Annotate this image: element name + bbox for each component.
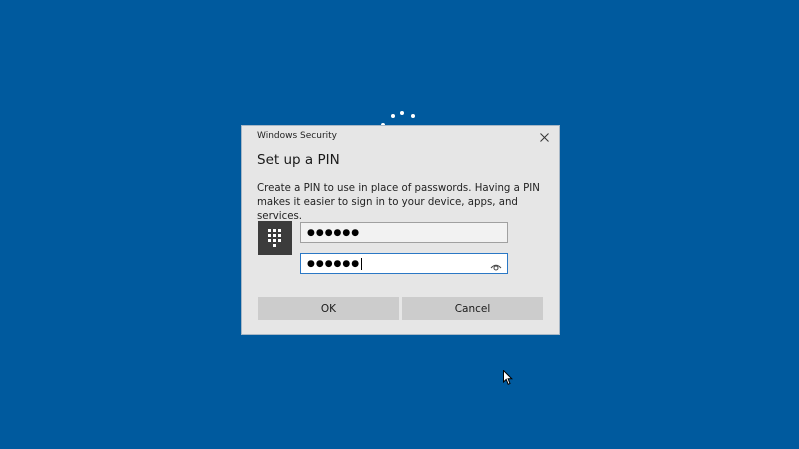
confirm-pin-value: ●●●●●● <box>307 258 361 269</box>
description-line: Create a PIN to use in place of password… <box>257 183 540 194</box>
confirm-pin-field[interactable]: ●●●●●● <box>300 253 508 274</box>
close-icon <box>539 132 549 142</box>
dialog-window-title: Windows Security <box>257 131 337 141</box>
spinner-dot <box>400 111 404 115</box>
reveal-pin-button[interactable] <box>490 258 502 271</box>
cancel-button[interactable]: Cancel <box>402 297 543 320</box>
new-pin-field[interactable]: ●●●●●● <box>300 222 508 243</box>
eye-icon <box>490 264 502 271</box>
spinner-dot <box>411 114 415 118</box>
text-caret <box>361 257 363 270</box>
dialog-titlebar: Windows Security <box>242 126 559 148</box>
dialog-description: Create a PIN to use in place of password… <box>257 182 552 224</box>
dialog-heading: Set up a PIN <box>257 152 340 168</box>
ok-button[interactable]: OK <box>258 297 399 320</box>
spinner-dot <box>391 114 395 118</box>
new-pin-value: ●●●●●● <box>307 227 361 238</box>
close-button[interactable] <box>535 129 553 145</box>
mouse-cursor-icon <box>503 370 513 385</box>
description-line: makes it easier to sign in to your devic… <box>257 197 518 222</box>
windows-security-dialog: Windows Security Set up a PIN Create a P… <box>241 125 560 335</box>
keypad-icon <box>258 221 292 255</box>
